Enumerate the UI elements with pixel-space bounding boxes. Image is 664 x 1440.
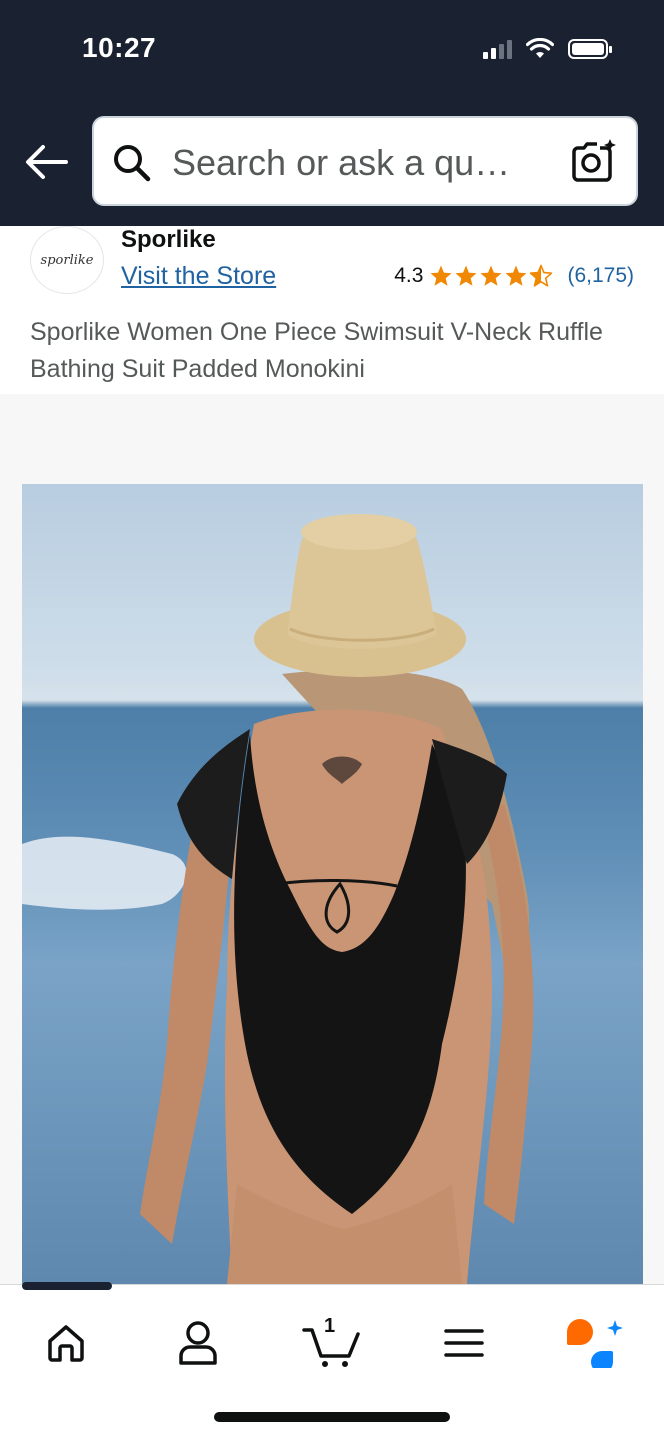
product-title: Sporlike Women One Piece Swimsuit V-Neck… — [30, 318, 603, 383]
battery-icon — [568, 39, 612, 59]
active-tab-indicator — [22, 1282, 112, 1290]
nav-account[interactable] — [158, 1313, 238, 1373]
home-indicator-bar — [214, 1412, 450, 1422]
cart-count-badge: 1 — [324, 1315, 336, 1337]
star-full-icon — [430, 265, 452, 286]
visit-store-link[interactable]: Visit the Store — [121, 262, 276, 291]
nav-cart[interactable]: 1 — [292, 1313, 372, 1373]
wifi-icon — [526, 38, 554, 58]
rating-row[interactable]: 4.3 (6,175) — [394, 264, 634, 288]
account-icon — [179, 1321, 217, 1365]
rating-count-link[interactable]: (6,175) — [567, 264, 634, 288]
home-icon — [48, 1325, 84, 1362]
product-image[interactable] — [22, 484, 643, 1284]
star-full-icon — [455, 265, 477, 286]
search-icon — [114, 145, 151, 182]
star-rating — [429, 264, 553, 288]
nav-home[interactable] — [26, 1313, 106, 1373]
star-full-icon — [505, 265, 527, 286]
brand-logo-text: sporlike — [40, 252, 94, 268]
menu-icon — [444, 1329, 484, 1357]
brand-logo[interactable]: sporlike — [30, 226, 104, 294]
star-full-icon — [480, 265, 502, 286]
status-time: 10:27 — [82, 32, 157, 63]
back-button[interactable] — [22, 140, 70, 184]
nav-menu[interactable] — [424, 1313, 504, 1373]
back-arrow-icon — [26, 145, 68, 179]
search-input[interactable]: Search or ask a qu… — [92, 116, 638, 206]
cellular-signal-icon — [483, 39, 512, 59]
nav-rufus-assistant[interactable] — [554, 1313, 634, 1373]
star-half-icon — [530, 264, 553, 287]
status-icons — [483, 38, 612, 60]
camera-search-icon[interactable] — [570, 138, 618, 186]
brand-name: Sporlike — [121, 226, 216, 253]
brand-section: sporlike Sporlike Visit the Store 4.3 (6… — [0, 226, 664, 394]
rating-value: 4.3 — [394, 264, 424, 287]
rufus-assistant-icon — [567, 1319, 623, 1368]
search-placeholder: Search or ask a qu… — [172, 142, 511, 183]
top-header: 10:27 Search or ask a qu… — [0, 0, 664, 226]
